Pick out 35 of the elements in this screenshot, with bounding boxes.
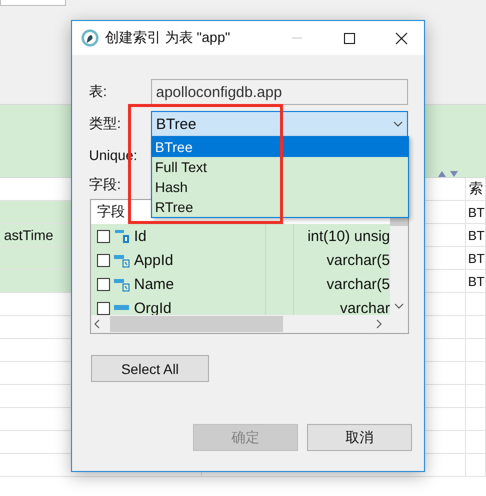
- column-header: 字段: [97, 203, 125, 221]
- dropdown-option[interactable]: BTree: [152, 137, 408, 157]
- field-label: 字段:: [89, 176, 122, 194]
- chevron-icon: [393, 121, 403, 127]
- table-name-field: apolloconfigdb.app: [151, 79, 408, 105]
- checkbox[interactable]: [97, 254, 110, 266]
- checkbox[interactable]: [97, 278, 110, 290]
- field-name: Name: [134, 276, 174, 292]
- field-type: varchar: [340, 300, 390, 315]
- field-type: varchar(5: [326, 252, 390, 268]
- field-label: 表:: [89, 83, 108, 101]
- dropdown-option[interactable]: RTree: [152, 197, 408, 217]
- text-key-icon: [114, 276, 130, 292]
- app-logo-icon: [81, 29, 99, 47]
- table-cell: BT: [466, 270, 486, 292]
- table-cell: BT: [466, 247, 486, 269]
- table-cell: BT: [466, 224, 486, 246]
- sort-arrows-icon[interactable]: [437, 170, 459, 178]
- table-cell: BT: [466, 201, 486, 223]
- type-dropdown[interactable]: BTree: [151, 110, 408, 138]
- cancel-button[interactable]: 取消: [307, 424, 412, 451]
- checkbox[interactable]: [97, 302, 110, 314]
- text-key-icon: [114, 252, 130, 268]
- checkbox[interactable]: [97, 230, 110, 242]
- field-name: AppId: [134, 252, 174, 268]
- field-label: 类型:: [89, 115, 122, 133]
- field-name: Id: [134, 228, 147, 244]
- dropdown-option[interactable]: Full Text: [152, 157, 408, 177]
- text-field[interactable]: [0, 0, 66, 6]
- select-all-button[interactable]: Select All: [91, 355, 209, 382]
- dropdown-option[interactable]: Hash: [152, 177, 408, 197]
- field-type: varchar(5: [326, 276, 390, 292]
- field-type: int(10) unsig: [307, 228, 390, 244]
- number-key-icon: [114, 228, 130, 244]
- window-title: 创建索引 为表 "app": [105, 29, 232, 47]
